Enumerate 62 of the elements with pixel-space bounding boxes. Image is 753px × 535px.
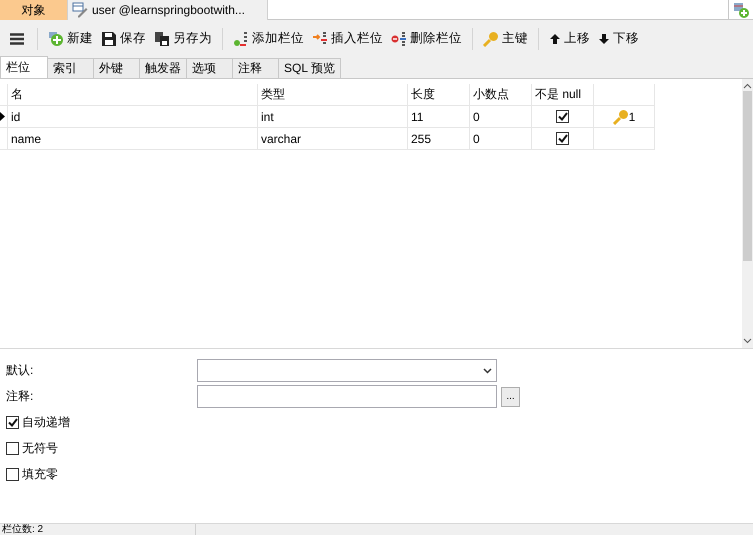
checkbox[interactable] (6, 442, 19, 455)
table-cell: int (258, 106, 408, 127)
tab[interactable]: 索引 (47, 58, 94, 78)
add-column-icon (233, 30, 249, 46)
key-icon (612, 108, 629, 124)
status-text: 栏位数: 2 (0, 524, 196, 535)
column-header: 长度 (408, 84, 470, 105)
column-header: 名 (8, 84, 258, 105)
arrow-up-icon (549, 32, 561, 44)
checkbox[interactable] (556, 110, 569, 123)
tab[interactable]: 外键 (93, 58, 140, 78)
insert-column-icon (312, 30, 328, 46)
table-cell: 11 (408, 106, 470, 127)
checkbox-label: 自动递增 (22, 414, 70, 431)
table-cell: name (8, 128, 258, 149)
scrollbar-thumb[interactable] (743, 91, 752, 261)
move-down-button[interactable]: 下移 (595, 28, 642, 49)
column-header: 小数点 (470, 84, 532, 105)
checkbox-label: 填充零 (22, 466, 58, 483)
field-label: 注释: (6, 388, 34, 405)
table-cell: 1 (628, 110, 636, 124)
comment-field[interactable] (197, 385, 497, 408)
scroll-up-icon[interactable] (743, 83, 752, 89)
new-button[interactable]: 新建 (45, 28, 96, 49)
table-cell: varchar (258, 128, 408, 149)
delete-column-icon (391, 30, 407, 46)
save-button[interactable]: 保存 (98, 28, 149, 49)
column-header: 类型 (258, 84, 408, 105)
tab[interactable]: 选项 (186, 58, 233, 78)
checkbox[interactable] (6, 468, 19, 481)
chevron-down-icon (483, 368, 492, 374)
tab[interactable]: 触发器 (139, 58, 187, 78)
document-tab[interactable]: 对象 (0, 0, 68, 20)
table-edit-icon (72, 2, 88, 18)
document-tab[interactable]: user @learnspringbootwith... (68, 0, 268, 20)
insert-column-button[interactable]: 插入栏位 (309, 28, 386, 49)
tab[interactable]: 注释 (232, 58, 279, 78)
field-label: 默认: (6, 362, 34, 379)
menu-icon[interactable] (10, 32, 24, 44)
primary-key-button[interactable]: 主键 (480, 28, 531, 49)
table-cell: 255 (408, 128, 470, 149)
column-header: 不是 null (532, 84, 594, 105)
key-icon (483, 30, 499, 46)
tab[interactable]: SQL 预览 (278, 58, 341, 78)
tab[interactable]: 栏位 (0, 56, 48, 78)
save-as-button[interactable]: 另存为 (151, 28, 215, 49)
scroll-down-icon[interactable] (743, 338, 752, 344)
more-button[interactable]: ... (501, 386, 520, 406)
checkbox[interactable] (556, 132, 569, 145)
table-cell: 0 (470, 106, 532, 127)
checkbox-label: 无符号 (22, 440, 58, 457)
delete-column-button[interactable]: 删除栏位 (388, 28, 465, 49)
move-up-button[interactable]: 上移 (546, 28, 593, 49)
current-row-icon (0, 112, 5, 121)
copy-disk-icon (154, 30, 170, 46)
table-cell: id (8, 106, 258, 127)
add-icon (48, 30, 64, 46)
new-table-icon[interactable] (733, 2, 749, 18)
checkbox[interactable] (6, 416, 19, 429)
arrow-down-icon (598, 32, 610, 44)
table-cell: 0 (470, 128, 532, 149)
add-column-button[interactable]: 添加栏位 (230, 28, 307, 49)
